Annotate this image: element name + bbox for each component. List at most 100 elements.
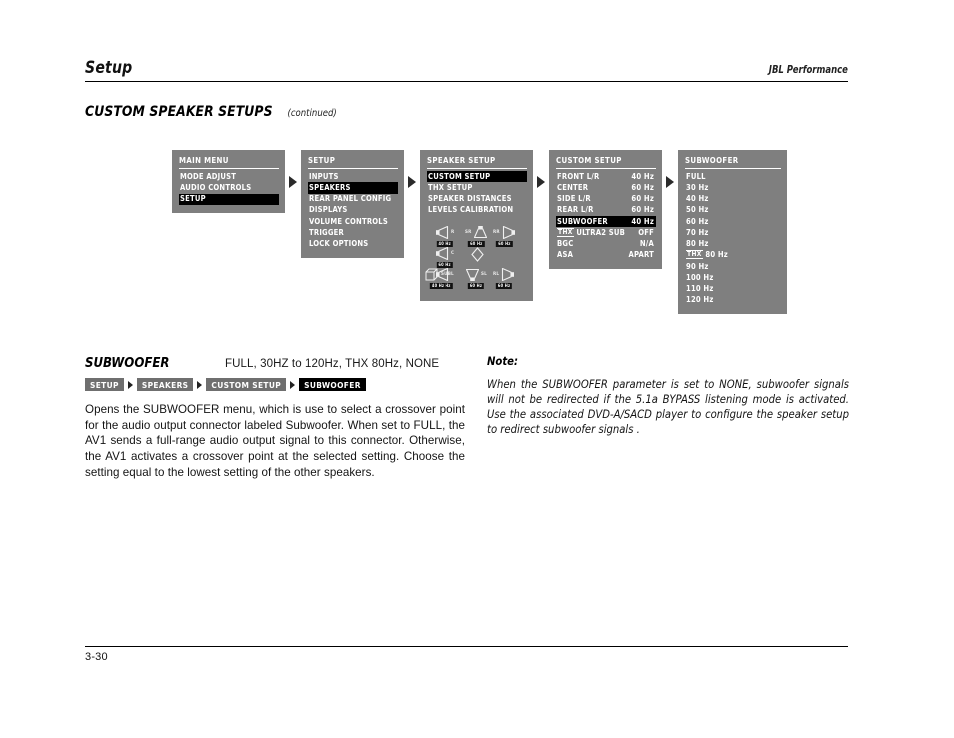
osd-menu-item[interactable]: LOCK OPTIONS: [308, 239, 398, 250]
osd-menu-item[interactable]: 120 Hz: [685, 295, 781, 306]
osd-setting-label: CENTER: [557, 183, 589, 193]
page-footer: 3-30: [85, 646, 848, 663]
breadcrumb-item[interactable]: CUSTOM SETUP: [206, 378, 287, 392]
osd-menu-item[interactable]: REAR PANEL CONFIG: [308, 194, 398, 205]
speaker-channel-label: R: [451, 229, 455, 235]
osd-panel-title: MAIN MENU: [179, 156, 279, 170]
header-rule: [85, 81, 848, 82]
osd-setting-value: N/A: [639, 239, 654, 249]
osd-menu-item[interactable]: TRIGGER: [308, 227, 398, 238]
osd-setting-label: SIDE L/R: [557, 194, 591, 204]
osd-panel-title: CUSTOM SETUP: [556, 156, 656, 170]
osd-menu-flow: MAIN MENU MODE ADJUST AUDIO CONTROLS SETUP S…: [172, 150, 787, 314]
osd-menu-item[interactable]: DISPLAYS: [308, 205, 398, 216]
speaker-icon: [435, 226, 450, 240]
osd-setting-row[interactable]: CENTER 60 Hz: [556, 182, 656, 193]
parameter-name: SUBWOOFER: [85, 355, 170, 371]
osd-menu-item[interactable]: SPEAKER DISTANCES: [427, 194, 527, 205]
osd-menu-item[interactable]: THX SETUP: [427, 182, 527, 193]
subwoofer-speaker: SUB 40 Hz: [425, 268, 452, 290]
osd-setting-value: 40 Hz: [631, 216, 654, 226]
breadcrumb-arrow-icon: [127, 380, 133, 389]
thx-logo-icon: THX: [557, 227, 574, 237]
osd-setting-value: 60 Hz: [631, 194, 654, 204]
osd-setting-row[interactable]: SIDE L/R 60 Hz: [556, 194, 656, 205]
osd-setting-value: 60 Hz: [631, 183, 654, 193]
speaker-crossover-value: 60 Hz: [467, 283, 485, 290]
osd-setting-label: SUBWOOFER: [557, 216, 608, 226]
header-brand: JBL Performance: [768, 64, 848, 76]
flow-arrow: [285, 150, 301, 188]
triangle-right-icon: [408, 176, 416, 188]
speaker-icon: [500, 268, 515, 282]
parameter-block: SUBWOOFER FULL, 30HZ to 120Hz, THX 80Hz,…: [85, 355, 465, 480]
osd-menu-item[interactable]: 90 Hz: [685, 261, 781, 272]
breadcrumb-item[interactable]: SPEAKERS: [136, 378, 194, 392]
osd-setting-row[interactable]: FRONT L/R 40 Hz: [556, 171, 656, 182]
speaker-crossover-value: 40 Hz: [429, 283, 447, 290]
osd-setting-value: OFF: [638, 227, 654, 237]
osd-panel-speaker-setup: SPEAKER SETUP CUSTOM SETUP THX SETUP SPEAKE…: [420, 150, 533, 302]
parameter-values: FULL, 30HZ to 120Hz, THX 80Hz, NONE: [225, 358, 440, 370]
osd-setting-value: 60 Hz: [631, 205, 654, 215]
speaker-icon: [435, 247, 450, 261]
osd-setting-label: ASA: [557, 250, 574, 260]
footer-rule: [85, 646, 848, 647]
osd-menu-item[interactable]: CUSTOM SETUP: [427, 171, 527, 183]
osd-menu-item[interactable]: 30 Hz: [685, 182, 781, 193]
osd-setting-row[interactable]: ASA APART: [556, 250, 656, 261]
osd-menu-item[interactable]: 70 Hz: [685, 227, 781, 238]
speaker-channel-label: RR: [493, 229, 500, 235]
osd-menu-item[interactable]: VOLUME CONTROLS: [308, 216, 398, 227]
osd-menu-item[interactable]: 60 Hz: [685, 216, 781, 227]
side-right-speaker: SR 60 Hz: [465, 226, 488, 248]
speaker-channel-label: SUB: [441, 271, 452, 277]
speaker-channel-label: RL: [493, 271, 500, 277]
speaker-icon: [465, 268, 480, 282]
osd-menu-item[interactable]: 110 Hz: [685, 283, 781, 294]
osd-menu-item[interactable]: 50 Hz: [685, 205, 781, 216]
side-left-speaker: SL 60 Hz: [465, 268, 488, 290]
osd-panel-subwoofer: SUBWOOFER FULL 30 Hz 40 Hz 50 Hz 60 Hz 70 Hz 80…: [678, 150, 787, 314]
osd-setting-label: BGC: [557, 239, 574, 249]
osd-menu-item[interactable]: 40 Hz: [685, 194, 781, 205]
osd-panel-main-menu: MAIN MENU MODE ADJUST AUDIO CONTROLS SETUP: [172, 150, 285, 213]
osd-menu-item[interactable]: AUDIO CONTROLS: [179, 182, 279, 193]
breadcrumb-item[interactable]: SUBWOOFER: [299, 378, 366, 392]
note-block: Note: When the SUBWOOFER parameter is se…: [487, 355, 849, 437]
osd-setting-row[interactable]: SUBWOOFER 40 Hz: [556, 216, 656, 228]
osd-menu-item[interactable]: LEVELS CALIBRATION: [427, 205, 527, 216]
speaker-crossover-value: 60 Hz: [496, 241, 513, 248]
osd-menu-item[interactable]: MODE ADJUST: [179, 171, 279, 182]
osd-panel-title: SUBWOOFER: [685, 156, 781, 170]
osd-menu-item[interactable]: INPUTS: [308, 171, 398, 182]
section-continued-label: (continued): [287, 108, 337, 119]
osd-setting-value: APART: [628, 250, 654, 260]
osd-setting-row[interactable]: REAR L/R 60 Hz: [556, 205, 656, 216]
breadcrumb-arrow-icon: [290, 380, 296, 389]
osd-menu-item[interactable]: THX 80 Hz: [685, 250, 781, 261]
osd-panel-title: SETUP: [308, 156, 398, 170]
osd-menu-item[interactable]: SPEAKERS: [308, 182, 398, 194]
rear-left-speaker: RL 60 Hz: [493, 268, 515, 290]
osd-setting-row[interactable]: BGC N/A: [556, 239, 656, 250]
osd-setting-label: REAR L/R: [557, 205, 594, 215]
triangle-right-icon: [537, 176, 545, 188]
osd-menu-item[interactable]: 80 Hz: [685, 239, 781, 250]
breadcrumb: SETUP SPEAKERS CUSTOM SETUP SUBWOOFER: [85, 378, 465, 392]
breadcrumb-arrow-icon: [197, 380, 203, 389]
speaker-channel-label: SL: [481, 271, 488, 277]
note-heading: Note:: [487, 355, 519, 368]
osd-menu-item[interactable]: FULL: [685, 171, 781, 182]
osd-panel-title: SPEAKER SETUP: [427, 156, 527, 170]
osd-setting-value: 40 Hz: [631, 171, 654, 181]
speaker-crossover-value: 60 Hz: [495, 283, 513, 290]
speaker-channel-label: L: [451, 271, 454, 277]
breadcrumb-item[interactable]: SETUP: [85, 378, 124, 392]
flow-arrow: [662, 150, 678, 188]
osd-menu-item[interactable]: 100 Hz: [685, 272, 781, 283]
osd-menu-item[interactable]: SETUP: [179, 193, 279, 205]
osd-setting-row[interactable]: THX ULTRA2 SUB OFF: [556, 227, 656, 238]
flow-arrow: [404, 150, 420, 188]
flow-arrow: [533, 150, 549, 188]
